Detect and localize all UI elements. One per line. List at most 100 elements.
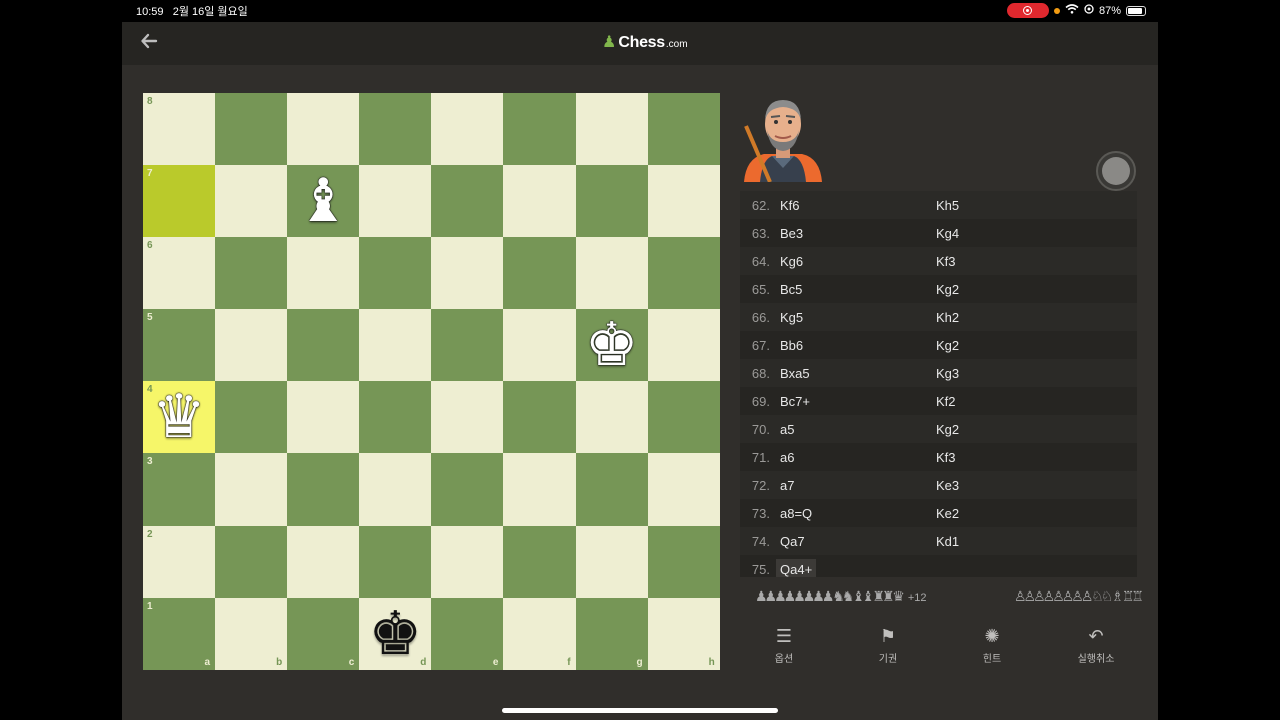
square-f8[interactable]	[503, 93, 576, 166]
square-e8[interactable]	[431, 93, 504, 166]
black-move[interactable]: Kd1	[936, 534, 959, 549]
square-g4[interactable]	[575, 381, 648, 454]
square-a1[interactable]: 1a	[143, 597, 216, 670]
white-move[interactable]: Bc7+	[780, 394, 936, 409]
black-move[interactable]: Kh5	[936, 198, 959, 213]
square-g8[interactable]	[575, 93, 648, 166]
menu-button[interactable]: ☰ 옵션	[732, 626, 836, 676]
square-h1[interactable]: h	[647, 597, 720, 670]
square-h3[interactable]	[647, 453, 720, 526]
square-h5[interactable]	[647, 309, 720, 382]
square-g7[interactable]	[575, 165, 648, 238]
square-g6[interactable]	[575, 237, 648, 310]
square-c1[interactable]: c	[287, 597, 360, 670]
square-c8[interactable]	[287, 93, 360, 166]
square-d3[interactable]	[359, 453, 432, 526]
white-move[interactable]: a8=Q	[780, 506, 936, 521]
square-c3[interactable]	[287, 453, 360, 526]
square-a3[interactable]: 3	[143, 453, 216, 526]
black-move[interactable]: Ke3	[936, 478, 959, 493]
white-move[interactable]: Bc5	[780, 282, 936, 297]
square-e6[interactable]	[431, 237, 504, 310]
white-move[interactable]: Qa4+	[776, 558, 936, 577]
white-queen-piece[interactable]: ♛	[152, 387, 206, 447]
black-move[interactable]: Kf3	[936, 450, 956, 465]
square-e1[interactable]: e	[431, 597, 504, 670]
white-move[interactable]: Be3	[780, 226, 936, 241]
square-f5[interactable]	[503, 309, 576, 382]
square-f4[interactable]	[503, 381, 576, 454]
square-f3[interactable]	[503, 453, 576, 526]
square-c6[interactable]	[287, 237, 360, 310]
white-move[interactable]: Kf6	[780, 198, 936, 213]
square-b1[interactable]: b	[215, 597, 288, 670]
white-move[interactable]: Kg5	[780, 310, 936, 325]
square-a2[interactable]: 2	[143, 525, 216, 598]
square-b8[interactable]	[215, 93, 288, 166]
black-move[interactable]: Ke2	[936, 506, 959, 521]
square-c4[interactable]	[287, 381, 360, 454]
square-d2[interactable]	[359, 525, 432, 598]
square-c2[interactable]	[287, 525, 360, 598]
square-d1[interactable]: d ♚	[359, 597, 432, 670]
square-f1[interactable]: f	[503, 597, 576, 670]
square-a7[interactable]: 7	[143, 165, 216, 238]
square-h7[interactable]	[647, 165, 720, 238]
black-move[interactable]: Kh2	[936, 310, 959, 325]
undo-button[interactable]: ↶ 실행취소	[1044, 626, 1148, 676]
square-h4[interactable]	[647, 381, 720, 454]
square-b2[interactable]	[215, 525, 288, 598]
black-move[interactable]: Kg2	[936, 338, 959, 353]
square-f7[interactable]	[503, 165, 576, 238]
black-move[interactable]: Kg3	[936, 366, 959, 381]
square-f2[interactable]	[503, 525, 576, 598]
square-a5[interactable]: 5	[143, 309, 216, 382]
back-button[interactable]	[140, 32, 164, 54]
white-move[interactable]: a5	[780, 422, 936, 437]
white-move[interactable]: a6	[780, 450, 936, 465]
square-d5[interactable]	[359, 309, 432, 382]
white-bishop-piece[interactable]: ♝	[296, 171, 350, 231]
black-move[interactable]: Kg4	[936, 226, 959, 241]
home-indicator[interactable]	[502, 708, 778, 713]
square-e7[interactable]	[431, 165, 504, 238]
white-move[interactable]: Bb6	[780, 338, 936, 353]
white-move[interactable]: Bxa5	[780, 366, 936, 381]
square-g2[interactable]	[575, 525, 648, 598]
square-h8[interactable]	[647, 93, 720, 166]
move-list[interactable]: 62. Kf6 Kh5 63. Be3 Kg4 64. Kg6 Kf3 65. Bc5 Kg2 66. K…	[740, 191, 1137, 577]
square-c5[interactable]	[287, 309, 360, 382]
square-c7[interactable]: ♝	[287, 165, 360, 238]
square-d7[interactable]	[359, 165, 432, 238]
chess-board[interactable]: 8 7 ♝ 6 5 ♚ 4 ♛ 3 2 1 a b c d ♚ e f g h	[143, 93, 720, 670]
black-move[interactable]: Kg2	[936, 422, 959, 437]
square-g1[interactable]: g	[575, 597, 648, 670]
square-a6[interactable]: 6	[143, 237, 216, 310]
black-move[interactable]: Kf3	[936, 254, 956, 269]
white-move[interactable]: Qa7	[780, 534, 936, 549]
square-b7[interactable]	[215, 165, 288, 238]
square-e4[interactable]	[431, 381, 504, 454]
square-g5[interactable]: ♚	[575, 309, 648, 382]
lightbulb-button[interactable]: ✺ 힌트	[940, 626, 1044, 676]
square-d4[interactable]	[359, 381, 432, 454]
square-e3[interactable]	[431, 453, 504, 526]
square-a4[interactable]: 4 ♛	[143, 381, 216, 454]
black-move[interactable]: Kg2	[936, 282, 959, 297]
square-f6[interactable]	[503, 237, 576, 310]
scroll-handle[interactable]	[1096, 151, 1136, 191]
square-h6[interactable]	[647, 237, 720, 310]
square-b5[interactable]	[215, 309, 288, 382]
square-b4[interactable]	[215, 381, 288, 454]
black-move[interactable]: Kf2	[936, 394, 956, 409]
square-h2[interactable]	[647, 525, 720, 598]
square-e2[interactable]	[431, 525, 504, 598]
screen-record-indicator[interactable]	[1006, 3, 1049, 18]
white-move[interactable]: Kg6	[780, 254, 936, 269]
square-e5[interactable]	[431, 309, 504, 382]
square-d8[interactable]	[359, 93, 432, 166]
white-move[interactable]: a7	[780, 478, 936, 493]
white-king-piece[interactable]: ♚	[585, 315, 639, 375]
square-b3[interactable]	[215, 453, 288, 526]
black-king-piece[interactable]: ♚	[368, 604, 422, 664]
